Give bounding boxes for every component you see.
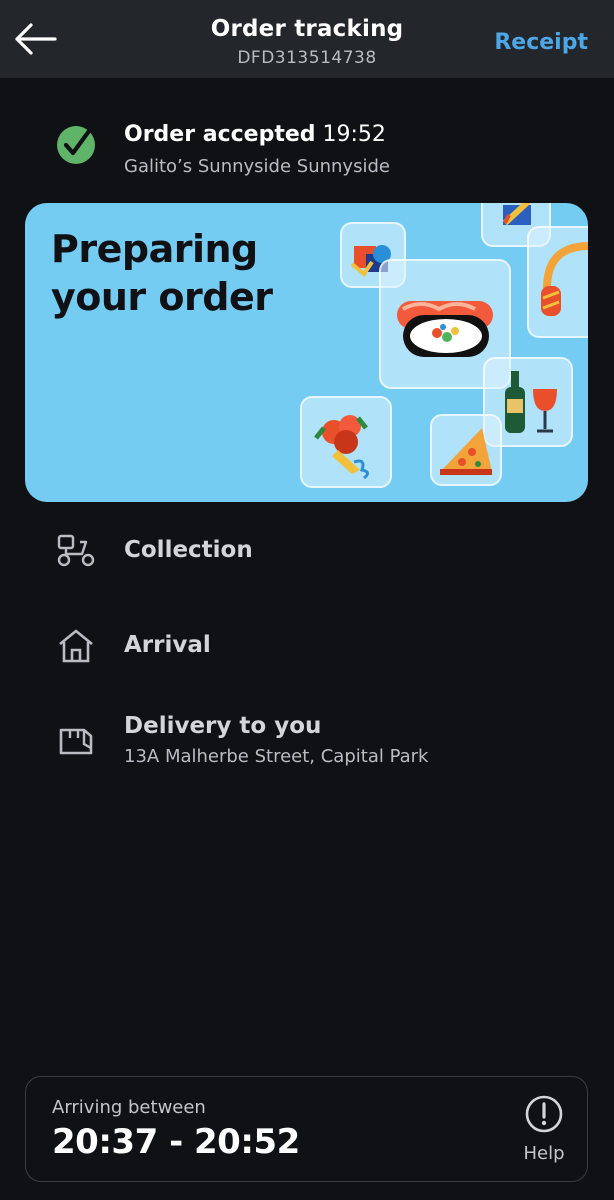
delivery-address: 13A Malherbe Street, Capital Park (124, 746, 429, 767)
help-button[interactable]: Help (521, 1095, 567, 1169)
headphones-tile (527, 226, 588, 338)
receipt-button[interactable]: Receipt (494, 30, 588, 55)
flowers-icon (314, 415, 369, 480)
status-time: 19:52 (322, 122, 386, 147)
eta-label: Arriving between (52, 1097, 206, 1118)
pizza-tile (430, 414, 502, 486)
package-icon (59, 728, 93, 755)
eta-time-range: 20:37 - 20:52 (52, 1122, 300, 1162)
step-collection-label: Collection (124, 537, 253, 563)
flowers-tile (300, 396, 392, 488)
help-label: Help (523, 1143, 565, 1164)
step-arrival-label: Arrival (124, 632, 211, 658)
exclamation-circle-icon (525, 1095, 563, 1133)
eta-card: Arriving between 20:37 - 20:52 Help (25, 1076, 588, 1182)
headphones-icon (541, 242, 588, 316)
header-bar: Order tracking DFD313514738 Receipt (0, 0, 614, 78)
status-label: Order accepted (124, 122, 316, 147)
restaurant-name: Galito’s Sunnyside Sunnyside (124, 156, 390, 177)
home-icon (59, 629, 93, 663)
banner-line-1: Preparing (51, 227, 258, 271)
scooter-icon (57, 534, 95, 567)
banner-line-2: your order (51, 275, 273, 319)
step-delivery-label: Delivery to you (124, 713, 322, 739)
banner-headline: Preparing your order (51, 225, 273, 321)
preparing-banner: Preparing your order (25, 203, 588, 502)
pizza-icon (440, 428, 492, 475)
status-title: Order accepted 19:52 (124, 122, 386, 147)
check-circle-icon (57, 126, 95, 164)
